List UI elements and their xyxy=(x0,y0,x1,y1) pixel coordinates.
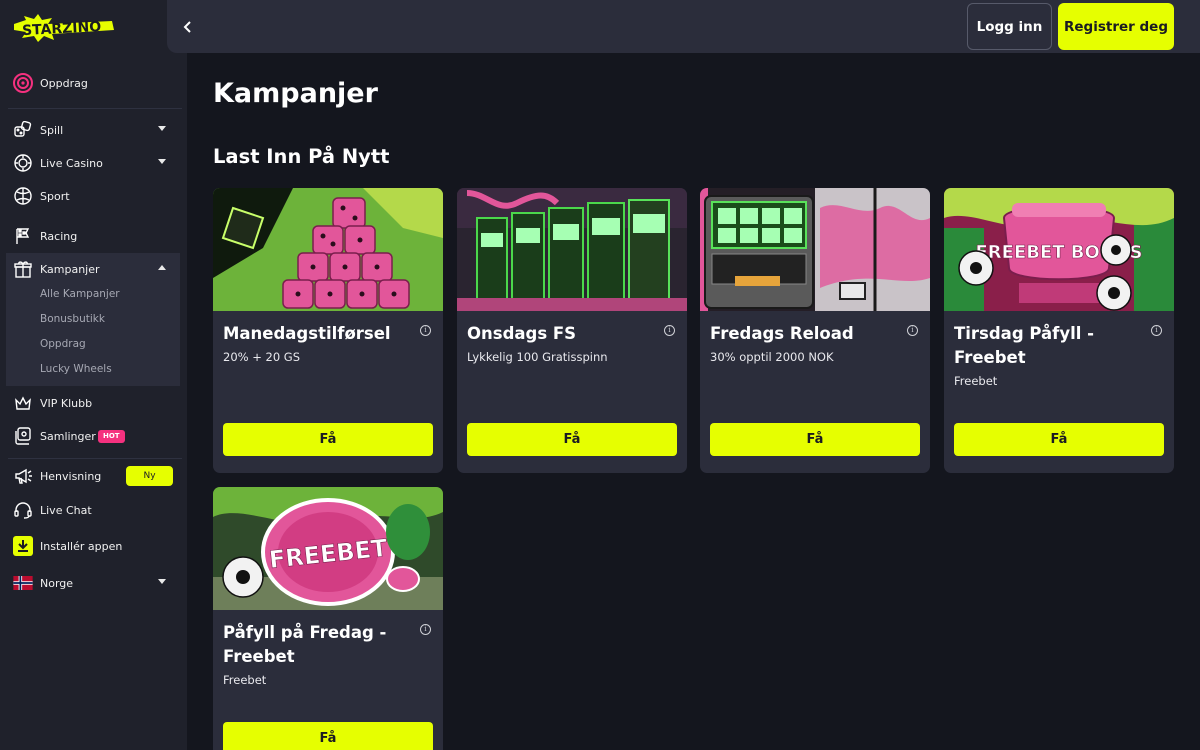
promo-title: Påfyll på Fredag - Freebet xyxy=(223,623,387,666)
sidebar-item-label: Sport xyxy=(40,189,70,203)
submenu-item-oppdrag[interactable]: Oppdrag xyxy=(40,338,86,350)
promo-title: Tirsdag Påfyll - Freebet xyxy=(954,324,1094,367)
info-icon[interactable]: i xyxy=(664,325,675,336)
promo-image-slot-machine xyxy=(700,188,930,311)
sidebar-divider xyxy=(8,458,182,459)
chip-icon xyxy=(13,153,33,173)
get-promo-button[interactable]: Få xyxy=(954,423,1164,456)
info-icon[interactable]: i xyxy=(1151,325,1162,336)
promo-title: Onsdags FS xyxy=(467,324,577,343)
page-title: Kampanjer xyxy=(213,78,378,109)
sidebar-item-label: Live Chat xyxy=(40,503,92,517)
sidebar-item-label: Live Casino xyxy=(40,156,103,170)
promo-subtitle: Freebet xyxy=(223,673,267,687)
sidebar-item-live-casino[interactable]: Live Casino xyxy=(0,148,180,178)
sidebar-item-label: Kampanjer xyxy=(40,262,100,276)
sidebar-item-samlinger[interactable]: Samlinger HOT xyxy=(0,421,180,451)
info-icon[interactable]: i xyxy=(420,624,431,635)
chevron-down-icon xyxy=(158,159,166,164)
norway-flag-icon xyxy=(13,573,33,593)
promo-image-pink-dice xyxy=(213,188,443,311)
get-promo-button[interactable]: Få xyxy=(223,722,433,750)
sidebar-item-label: Installér appen xyxy=(40,539,123,553)
collection-icon xyxy=(13,426,33,446)
target-icon xyxy=(13,73,33,93)
submenu-item-bonusbutikk[interactable]: Bonusbutikk xyxy=(40,313,105,325)
promo-card: Manedagstilførsel i 20% + 20 GS Få xyxy=(213,188,443,473)
chevron-up-icon xyxy=(158,265,166,270)
gift-icon xyxy=(13,259,33,279)
download-icon xyxy=(13,536,33,556)
sidebar-item-label: VIP Klubb xyxy=(40,396,93,410)
promo-subtitle: Lykkelig 100 Gratisspinn xyxy=(467,350,608,364)
svg-text:STARZINO: STARZINO xyxy=(22,19,102,39)
back-button[interactable] xyxy=(175,14,201,40)
promo-title: Fredags Reload xyxy=(710,324,854,343)
chevron-left-icon xyxy=(183,21,191,33)
submenu-item-lucky-wheels[interactable]: Lucky Wheels xyxy=(40,363,112,375)
promo-subtitle: 20% + 20 GS xyxy=(223,350,301,364)
promo-subtitle: 30% opptil 2000 NOK xyxy=(710,350,834,364)
sidebar-item-sport[interactable]: Sport xyxy=(0,181,180,211)
flag-icon xyxy=(13,226,33,246)
crown-icon xyxy=(13,393,33,413)
ball-icon xyxy=(13,186,33,206)
sidebar-item-spill[interactable]: Spill xyxy=(0,115,180,145)
starzino-logo[interactable]: STARZINO xyxy=(12,10,116,44)
sidebar-item-label: Norge xyxy=(40,576,74,590)
sidebar-item-label: Samlinger xyxy=(40,429,96,443)
promo-card: FREEBET BONUS Tirsdag Påfyll - Freebet i… xyxy=(944,188,1174,473)
get-promo-button[interactable]: Få xyxy=(223,423,433,456)
promo-image-freebet-bonus: FREEBET BONUS xyxy=(944,188,1174,311)
sidebar-item-racing[interactable]: Racing xyxy=(0,221,180,251)
sidebar-item-kampanjer[interactable]: Kampanjer xyxy=(0,254,180,284)
sidebar-item-vip-klubb[interactable]: VIP Klubb xyxy=(0,388,180,418)
chevron-down-icon xyxy=(158,126,166,131)
promo-card: FREEBET Påfyll på Fredag - Freebet i Fre… xyxy=(213,487,443,750)
promo-image-freebet-chip: FREEBET xyxy=(213,487,443,610)
chevron-down-icon xyxy=(158,579,166,584)
promo-card: Onsdags FS i Lykkelig 100 Gratisspinn Få xyxy=(457,188,687,473)
sidebar-divider xyxy=(8,108,182,109)
megaphone-icon xyxy=(13,466,33,486)
get-promo-button[interactable]: Få xyxy=(467,423,677,456)
get-promo-button[interactable]: Få xyxy=(710,423,920,456)
promo-card: Fredags Reload i 30% opptil 2000 NOK Få xyxy=(700,188,930,473)
sidebar-item-label: Henvisning xyxy=(40,469,102,483)
headset-icon xyxy=(13,500,33,520)
section-title: Last Inn På Nytt xyxy=(213,145,390,168)
sidebar-item-label: Racing xyxy=(40,229,78,243)
sidebar: STARZINO Oppdrag Spill Live Casino Sport xyxy=(0,0,187,750)
promo-title: Manedagstilførsel xyxy=(223,324,391,343)
sidebar-item-oppdrag[interactable]: Oppdrag xyxy=(0,68,180,98)
info-icon[interactable]: i xyxy=(907,325,918,336)
promo-subtitle: Freebet xyxy=(954,374,998,388)
sidebar-item-norge[interactable]: Norge xyxy=(0,568,180,598)
new-badge: Ny xyxy=(126,466,173,486)
register-button[interactable]: Registrer deg xyxy=(1058,3,1174,50)
hot-badge: HOT xyxy=(98,430,125,443)
login-button[interactable]: Logg inn xyxy=(967,3,1052,50)
sidebar-item-live-chat[interactable]: Live Chat xyxy=(0,495,180,525)
sidebar-item-henvisning[interactable]: Henvisning Ny xyxy=(0,461,180,491)
sidebar-item-label: Oppdrag xyxy=(40,76,88,90)
promo-image-slot-machines xyxy=(457,188,687,311)
sidebar-item-install-app[interactable]: Installér appen xyxy=(0,531,180,561)
info-icon[interactable]: i xyxy=(420,325,431,336)
submenu-item-alle-kampanjer[interactable]: Alle Kampanjer xyxy=(40,288,120,300)
sidebar-item-label: Spill xyxy=(40,123,64,137)
topbar: Logg inn Registrer deg xyxy=(167,0,1200,53)
dice-icon xyxy=(13,120,33,140)
